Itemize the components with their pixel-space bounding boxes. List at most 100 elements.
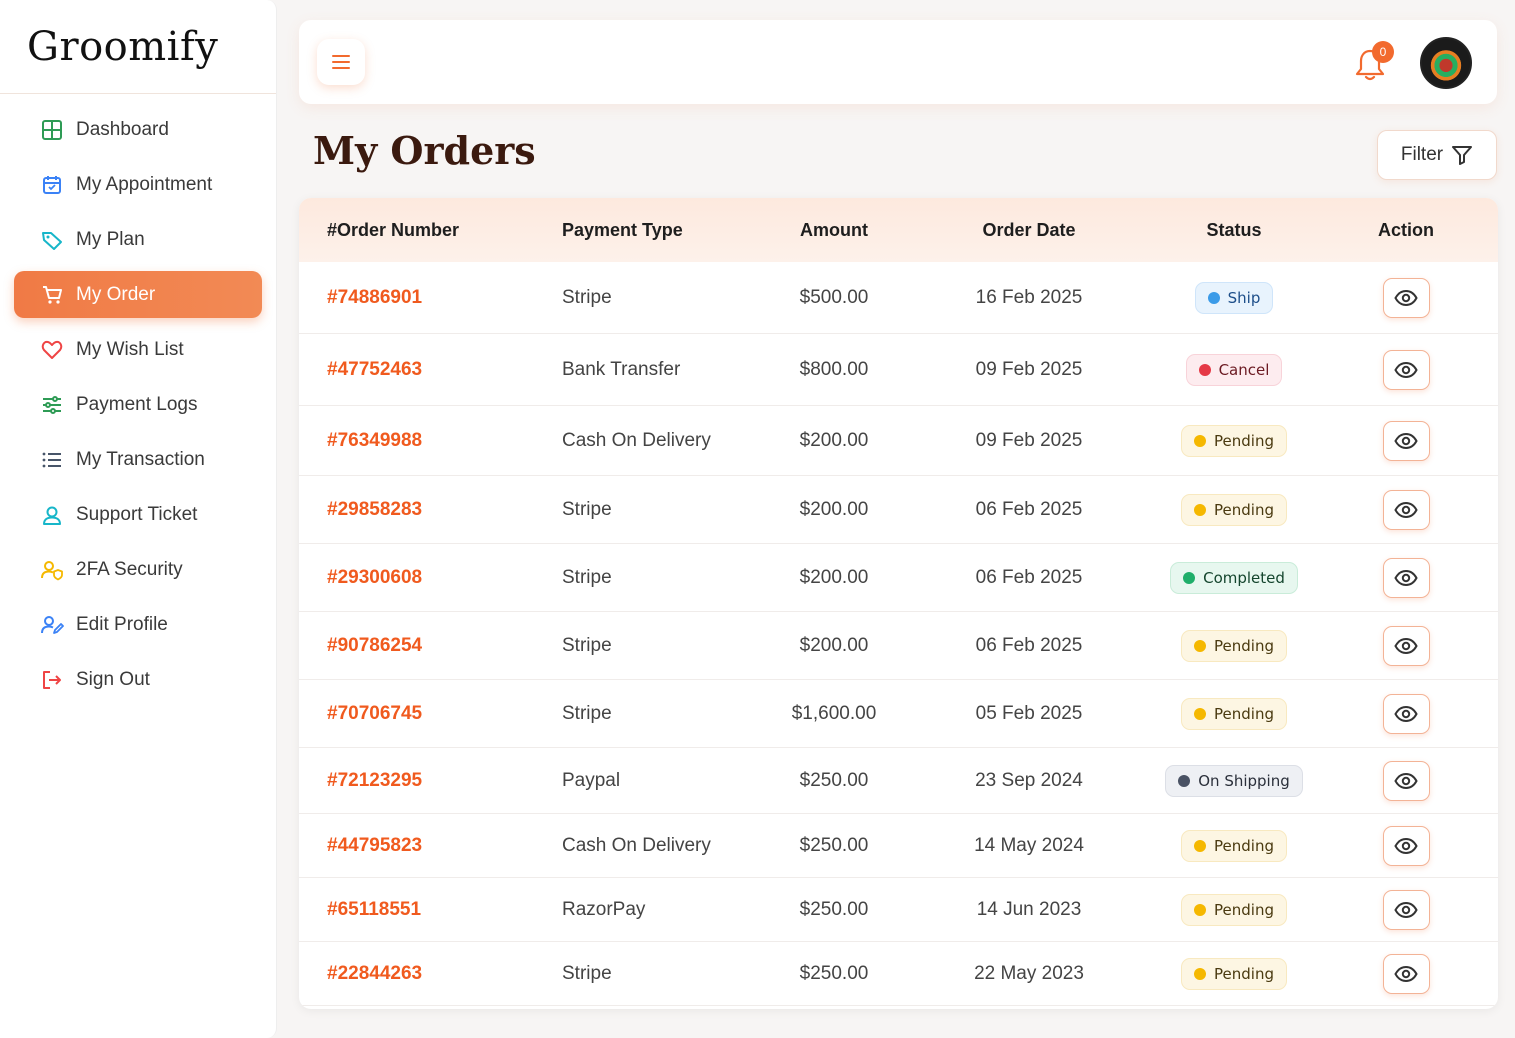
sidebar-item-my-appointment[interactable]: My Appointment bbox=[14, 161, 262, 208]
order-number-cell: #29300608 bbox=[299, 567, 534, 589]
view-order-button[interactable] bbox=[1382, 420, 1430, 461]
sidebar-item-sign-out[interactable]: Sign Out bbox=[14, 656, 262, 703]
order-number-link[interactable]: #29300608 bbox=[327, 567, 422, 588]
view-order-button[interactable] bbox=[1382, 953, 1430, 994]
brand-logo[interactable]: Groomify bbox=[27, 24, 218, 70]
sidebar-item-2fa-security[interactable]: 2FA Security bbox=[14, 546, 262, 593]
menu-toggle-button[interactable] bbox=[317, 39, 365, 85]
order-number-link[interactable]: #47752463 bbox=[327, 359, 422, 380]
status-badge: On Shipping bbox=[1165, 764, 1303, 797]
status-badge: Pending bbox=[1181, 957, 1287, 990]
order-number-link[interactable]: #44795823 bbox=[327, 835, 422, 856]
status-cell: Pending bbox=[1154, 893, 1314, 926]
payment-type-cell: Stripe bbox=[562, 962, 612, 984]
order-date-cell: 06 Feb 2025 bbox=[975, 634, 1083, 656]
status-badge: Cancel bbox=[1185, 353, 1283, 386]
amount-cell: $200.00 bbox=[799, 566, 869, 588]
sidebar-item-label: My Transaction bbox=[76, 448, 205, 470]
view-order-button[interactable] bbox=[1382, 760, 1430, 801]
status-badge: Completed bbox=[1170, 561, 1298, 594]
payment-type-cell: Paypal bbox=[562, 769, 621, 791]
amount-cell: $250.00 bbox=[799, 769, 869, 791]
order-number-link[interactable]: #74886901 bbox=[327, 287, 422, 308]
status-dot bbox=[1194, 639, 1207, 652]
payment-type-cell: Stripe bbox=[562, 634, 612, 656]
order-number-cell: #72123295 bbox=[299, 770, 534, 792]
sidebar-item-payment-logs[interactable]: Payment Logs bbox=[14, 381, 262, 428]
status-label: Pending bbox=[1214, 704, 1274, 723]
order-number-link[interactable]: #29858283 bbox=[327, 499, 422, 520]
status-cell: Pending bbox=[1154, 424, 1314, 457]
brand-name: Groomify bbox=[27, 23, 219, 70]
view-order-button[interactable] bbox=[1382, 557, 1430, 598]
column-header-action: Action bbox=[1378, 219, 1434, 240]
view-order-button[interactable] bbox=[1382, 349, 1430, 390]
order-number-link[interactable]: #90786254 bbox=[327, 635, 422, 656]
eye-icon bbox=[1394, 901, 1418, 918]
table-row: #22844263 Stripe $250.00 22 May 2023 Pending bbox=[299, 942, 1498, 1006]
table-row: #90786254 Stripe $200.00 06 Feb 2025 Pending bbox=[299, 612, 1498, 680]
view-order-button[interactable] bbox=[1382, 277, 1430, 318]
order-number-link[interactable]: #72123295 bbox=[327, 770, 422, 791]
table-row: #72123295 Paypal $250.00 23 Sep 2024 On Ship… bbox=[299, 748, 1498, 814]
sidebar-item-label: Support Ticket bbox=[76, 503, 198, 525]
amount-cell: $200.00 bbox=[799, 498, 869, 520]
action-cell bbox=[1314, 349, 1498, 390]
amount-cell: $500.00 bbox=[799, 286, 869, 308]
action-cell bbox=[1314, 825, 1498, 866]
user-edit-icon bbox=[40, 613, 64, 637]
order-date-cell: 16 Feb 2025 bbox=[975, 286, 1083, 308]
eye-icon bbox=[1394, 289, 1418, 306]
sidebar-item-edit-profile[interactable]: Edit Profile bbox=[14, 601, 262, 648]
sidebar-item-my-transaction[interactable]: My Transaction bbox=[14, 436, 262, 483]
payment-type-cell: Stripe bbox=[562, 566, 612, 588]
sidebar-item-dashboard[interactable]: Dashboard bbox=[14, 106, 262, 153]
order-number-link[interactable]: #76349988 bbox=[327, 430, 422, 451]
sidebar-item-my-plan[interactable]: My Plan bbox=[14, 216, 262, 263]
status-label: Pending bbox=[1214, 636, 1274, 655]
view-order-button[interactable] bbox=[1382, 889, 1430, 930]
view-order-button[interactable] bbox=[1382, 693, 1430, 734]
view-order-button[interactable] bbox=[1382, 625, 1430, 666]
table-row: #29858283 Stripe $200.00 06 Feb 2025 Pending bbox=[299, 476, 1498, 544]
status-dot bbox=[1178, 774, 1191, 787]
table-row: #44795823 Cash On Delivery $250.00 14 May 2… bbox=[299, 814, 1498, 878]
order-number-cell: #65118551 bbox=[299, 899, 534, 921]
order-number-link[interactable]: #65118551 bbox=[327, 899, 421, 920]
sidebar-item-my-order[interactable]: My Order bbox=[14, 271, 262, 318]
status-badge: Pending bbox=[1181, 493, 1287, 526]
payment-type-cell: Stripe bbox=[562, 498, 612, 520]
status-dot bbox=[1194, 503, 1207, 516]
sidebar-item-label: My Appointment bbox=[76, 173, 213, 195]
eye-icon bbox=[1394, 837, 1418, 854]
order-number-cell: #29858283 bbox=[299, 499, 534, 521]
status-dot bbox=[1194, 903, 1207, 916]
sidebar-item-my-wish-list[interactable]: My Wish List bbox=[14, 326, 262, 373]
status-dot bbox=[1194, 967, 1207, 980]
view-order-button[interactable] bbox=[1382, 825, 1430, 866]
status-dot bbox=[1194, 434, 1207, 447]
column-header-order-number: #Order Number bbox=[327, 219, 460, 240]
view-order-button[interactable] bbox=[1382, 489, 1430, 530]
tag-icon bbox=[40, 228, 64, 252]
cart-icon bbox=[40, 283, 64, 307]
action-cell bbox=[1314, 557, 1498, 598]
sidebar-item-label: Sign Out bbox=[76, 668, 150, 690]
order-number-link[interactable]: #22844263 bbox=[327, 963, 422, 984]
sidebar-item-label: My Order bbox=[76, 283, 156, 305]
order-number-link[interactable]: #70706745 bbox=[327, 703, 422, 724]
status-cell: On Shipping bbox=[1154, 764, 1314, 797]
sidebar-item-label: 2FA Security bbox=[76, 558, 183, 580]
sidebar-item-label: My Plan bbox=[76, 228, 145, 250]
sidebar-item-support-ticket[interactable]: Support Ticket bbox=[14, 491, 262, 538]
list-icon bbox=[40, 448, 64, 472]
avatar[interactable] bbox=[1420, 37, 1472, 89]
eye-icon bbox=[1394, 501, 1418, 518]
action-cell bbox=[1314, 889, 1498, 930]
status-label: On Shipping bbox=[1198, 771, 1290, 790]
filter-button[interactable]: Filter bbox=[1377, 130, 1497, 180]
sidebar: Groomify Dashboard My Appointment My Plan M… bbox=[0, 0, 277, 1038]
sidebar-item-label: Payment Logs bbox=[76, 393, 198, 415]
table-body: #74886901 Stripe $500.00 16 Feb 2025 Ship #47… bbox=[299, 262, 1498, 1006]
payment-type-cell: Cash On Delivery bbox=[562, 429, 711, 451]
